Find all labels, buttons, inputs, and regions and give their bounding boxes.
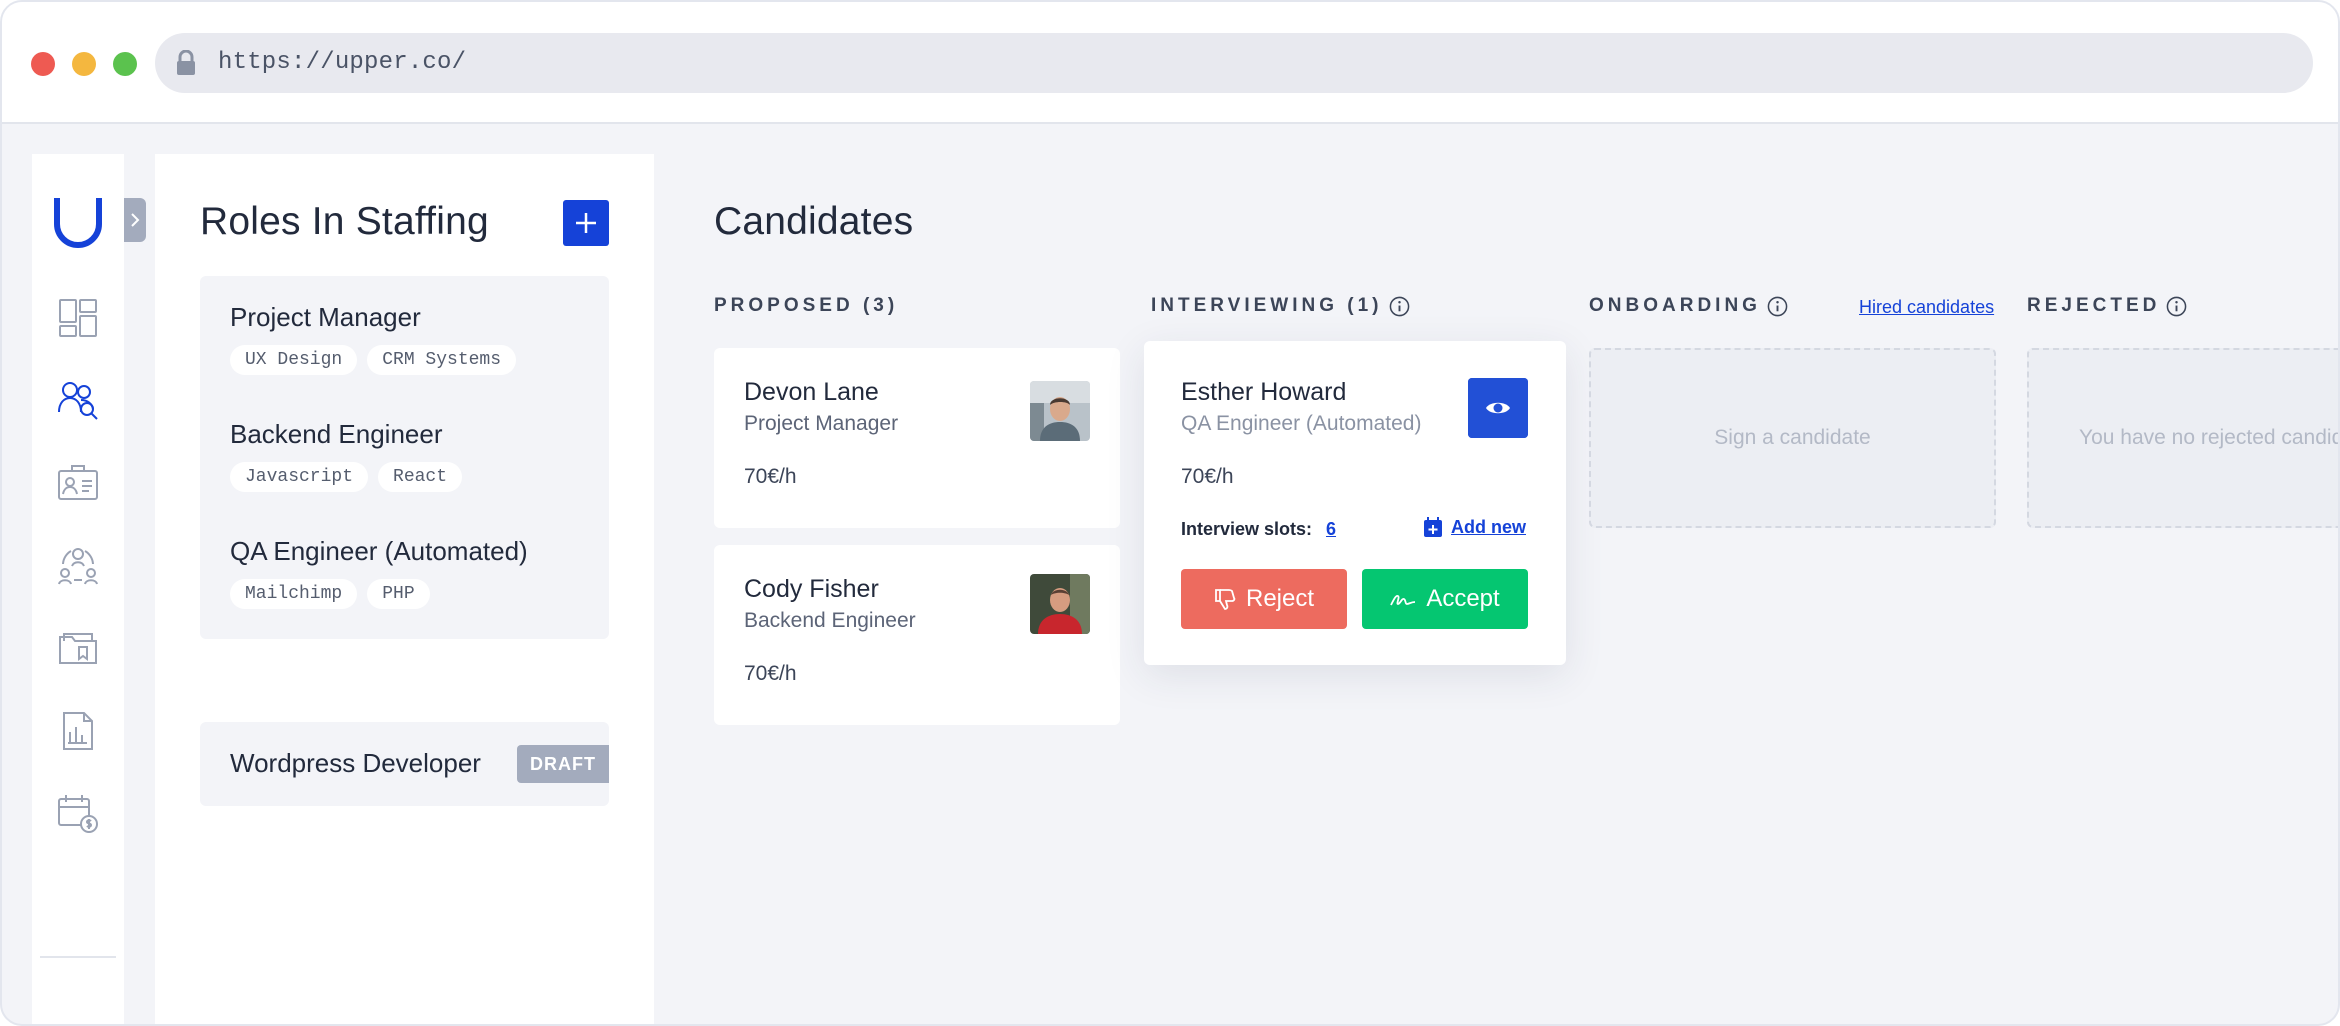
candidate-rate: 70€/h (744, 465, 797, 488)
profile-card-icon[interactable] (57, 462, 99, 504)
candidate-rate: 70€/h (744, 662, 797, 685)
column-header-interviewing: INTERVIEWING (1) (1151, 295, 1410, 317)
info-icon[interactable] (2166, 296, 2187, 317)
candidate-name: Devon Lane (744, 378, 879, 406)
skill-tag: Javascript (230, 462, 369, 492)
role-title: Wordpress Developer (230, 748, 481, 778)
signature-icon (1390, 594, 1416, 606)
candidates-icon[interactable] (57, 379, 99, 421)
calendar-add-icon (1424, 517, 1442, 537)
empty-state-text: Sign a candidate (1714, 426, 1871, 449)
skill-tag: React (378, 462, 463, 492)
column-header-onboarding: ONBOARDING (1589, 295, 1788, 317)
page-title: Candidates (714, 200, 914, 243)
interview-slots-label: Interview slots: (1181, 519, 1313, 539)
maximize-window-button[interactable] (113, 52, 137, 76)
url-text: https://upper.co/ (218, 49, 467, 76)
empty-state-text: You have no rejected candidates (2079, 426, 2338, 449)
eye-icon (1468, 378, 1528, 438)
candidate-rate: 70€/h (1181, 465, 1234, 488)
upper-logo[interactable] (52, 196, 104, 248)
address-bar[interactable]: https://upper.co/ (155, 33, 2313, 93)
role-item[interactable]: QA Engineer (Automated) Mailchimp PHP (230, 536, 528, 609)
avatar[interactable] (1468, 378, 1528, 438)
minimize-window-button[interactable] (72, 52, 96, 76)
column-header-rejected: REJECTED (2027, 295, 2187, 317)
skill-tag: Mailchimp (230, 579, 358, 609)
candidate-card[interactable]: Devon Lane Project Manager 70€/h (714, 348, 1120, 528)
reject-label: Reject (1245, 585, 1315, 612)
reports-icon[interactable] (57, 710, 99, 752)
draft-role-item[interactable]: Wordpress Developer DRAFT (200, 722, 609, 806)
candidate-name: Esther Howard (1181, 378, 1347, 406)
column-title: PROPOSED (3) (714, 295, 899, 316)
column-title: ONBOARDING (1589, 295, 1761, 316)
reject-button[interactable]: Reject (1181, 569, 1347, 629)
candidate-card-interviewing[interactable]: Esther Howard QA Engineer (Automated) 70… (1144, 341, 1566, 665)
info-icon[interactable] (1389, 296, 1410, 317)
thumbs-down-icon (1215, 589, 1236, 610)
dashboard-icon[interactable] (57, 297, 99, 339)
onboarding-dropzone[interactable]: Sign a candidate (1589, 348, 1996, 528)
role-item[interactable]: Project Manager UX Design CRM Systems (230, 302, 517, 375)
nav-rail (32, 154, 124, 1024)
interview-slots-count[interactable]: 6 (1326, 519, 1336, 540)
skill-tag: CRM Systems (367, 345, 517, 375)
folder-icon[interactable] (57, 627, 99, 669)
avatar (1030, 574, 1090, 634)
roles-title: Roles In Staffing (200, 200, 489, 243)
close-window-button[interactable] (31, 52, 55, 76)
column-title: INTERVIEWING (1) (1151, 295, 1383, 316)
candidate-role: Project Manager (744, 412, 899, 435)
column-title: REJECTED (2027, 295, 2161, 316)
team-icon[interactable] (57, 544, 99, 586)
column-header-proposed: PROPOSED (3) (714, 295, 898, 317)
draft-badge: DRAFT (517, 745, 609, 783)
add-slot-label: Add new (1451, 516, 1526, 537)
role-item[interactable]: Backend Engineer Javascript React (230, 419, 463, 492)
accept-label: Accept (1426, 585, 1500, 612)
role-title: Project Manager (230, 302, 421, 332)
role-title: Backend Engineer (230, 419, 443, 449)
roles-panel: Roles In Staffing Project Manager UX Des… (155, 154, 654, 1024)
accept-button[interactable]: Accept (1362, 569, 1528, 629)
browser-toolbar: https://upper.co/ (2, 2, 2338, 124)
roles-list: Project Manager UX Design CRM Systems Ba… (200, 276, 609, 639)
hired-candidates-link[interactable]: Hired candidates (1859, 297, 1994, 318)
role-title: QA Engineer (Automated) (230, 536, 528, 566)
browser-window: https://upper.co/ Roles In Staffing Proj… (0, 0, 2340, 1026)
collapse-sidebar-button[interactable] (124, 198, 146, 242)
rejected-dropzone[interactable]: You have no rejected candidates (2027, 348, 2338, 528)
add-role-button[interactable] (563, 200, 609, 246)
plus-icon (576, 213, 596, 233)
billing-calendar-icon[interactable] (57, 792, 99, 834)
candidate-role: QA Engineer (Automated) (1181, 412, 1422, 435)
candidate-name: Cody Fisher (744, 575, 879, 603)
add-slot-link[interactable]: Add new (1423, 516, 1526, 538)
lock-icon (177, 50, 195, 75)
info-icon[interactable] (1767, 296, 1788, 317)
skill-tag: PHP (367, 579, 430, 609)
skill-tag: UX Design (230, 345, 358, 375)
candidate-role: Backend Engineer (744, 609, 916, 632)
candidate-card[interactable]: Cody Fisher Backend Engineer 70€/h (714, 545, 1120, 725)
avatar (1030, 381, 1090, 441)
rail-divider (40, 956, 116, 958)
chevron-right-icon (131, 213, 140, 227)
